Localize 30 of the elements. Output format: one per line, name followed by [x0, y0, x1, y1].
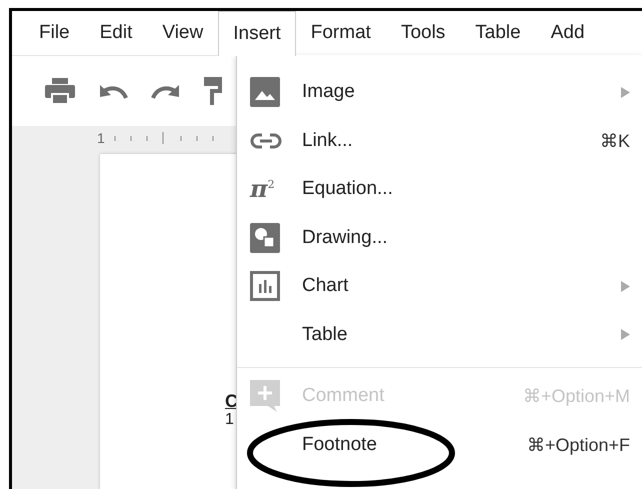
- submenu-arrow-icon: [621, 280, 630, 292]
- submenu-arrow-icon: [621, 329, 630, 340]
- menu-item[interactable]: Edit: [84, 11, 148, 55]
- menu-option[interactable]: Footnote ⌘+Option+F: [237, 420, 642, 469]
- redo-icon[interactable]: [151, 82, 181, 100]
- menu-option[interactable]: Image: [237, 68, 642, 116]
- menu-item[interactable]: Format: [296, 11, 386, 55]
- menu-option[interactable]: Drawing...: [237, 214, 642, 262]
- menu-item[interactable]: View: [147, 11, 218, 55]
- image-icon: [250, 77, 280, 108]
- menu-item[interactable]: Table: [460, 11, 536, 55]
- submenu-arrow-icon: [621, 86, 630, 98]
- link-icon: [250, 132, 282, 149]
- menu-item[interactable]: Add: [536, 11, 600, 55]
- ruler-number: 1: [97, 130, 105, 146]
- menu-item[interactable]: File: [24, 11, 85, 55]
- print-icon[interactable]: [45, 78, 75, 104]
- menu-option[interactable]: Link... ⌘K: [237, 116, 642, 165]
- document-text: 1: [225, 411, 235, 429]
- undo-icon[interactable]: [98, 82, 128, 100]
- comment-icon: [250, 380, 280, 412]
- menu-option[interactable]: π$^{2}$ Equation...: [237, 165, 642, 214]
- paint-roller-icon[interactable]: [204, 77, 222, 105]
- menu-option[interactable]: Table: [237, 310, 642, 359]
- menu-item[interactable]: Insert: [218, 11, 296, 56]
- menu-item[interactable]: Tools: [386, 11, 460, 55]
- shapes-icon: [250, 222, 280, 253]
- menu-option[interactable]: Chart: [237, 262, 642, 310]
- equation-icon: π$^{2}$: [250, 177, 275, 202]
- chart-icon: [250, 271, 280, 302]
